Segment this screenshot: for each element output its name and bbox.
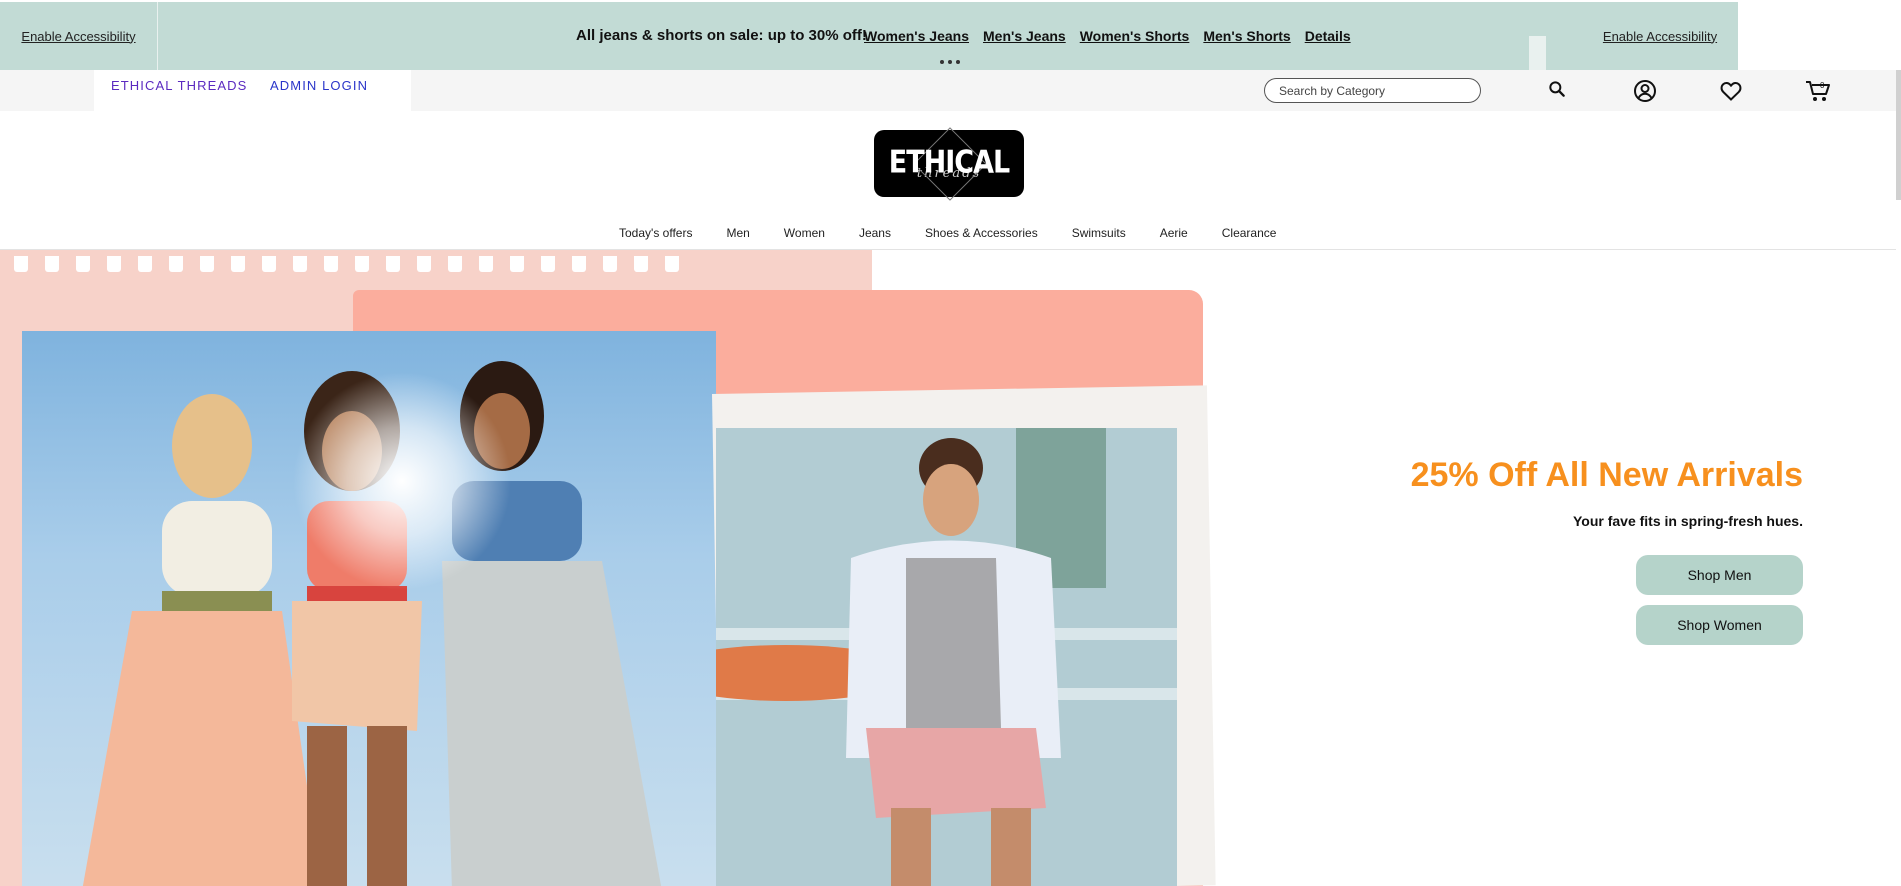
torn-paper-edge [14, 256, 679, 272]
nav-item-men[interactable]: Men [726, 226, 749, 240]
nav-item-jeans[interactable]: Jeans [859, 226, 891, 240]
promo-links: Women's Jeans Men's Jeans Women's Shorts… [864, 28, 1351, 44]
admin-login-link[interactable]: ADMIN LOGIN [270, 78, 368, 93]
hero-section: 25% Off All New Arrivals Your fave fits … [0, 250, 1901, 886]
hero-headline: 25% Off All New Arrivals [1410, 456, 1803, 494]
promo-divider [1529, 36, 1546, 70]
man-seated-illustration [716, 428, 1177, 886]
nav-item-women[interactable]: Women [784, 226, 825, 240]
womens-hero-photo[interactable] [22, 331, 716, 886]
logo-word-ethical: ETHICAL [888, 144, 1010, 180]
promo-link-womens-jeans[interactable]: Women's Jeans [864, 28, 969, 44]
nav-item-swimsuits[interactable]: Swimsuits [1072, 226, 1126, 240]
sun-glare [292, 371, 512, 591]
wishlist-heart-icon[interactable] [1719, 79, 1743, 103]
cart-icon[interactable]: 0 [1805, 79, 1830, 103]
promo-link-details[interactable]: Details [1305, 28, 1351, 44]
account-icon[interactable] [1633, 79, 1657, 103]
site-logo[interactable]: ETHICAL threads [874, 127, 1024, 201]
shop-women-button[interactable]: Shop Women [1636, 605, 1803, 645]
promo-message: All jeans & shorts on sale: up to 30% of… [576, 27, 867, 44]
ethical-threads-link[interactable]: ETHICAL THREADS [111, 78, 247, 93]
utility-links: ETHICAL THREADS ADMIN LOGIN [94, 70, 411, 111]
accessibility-right-container: Enable Accessibility [1580, 2, 1740, 70]
main-navigation: Today's offers Men Women Jeans Shoes & A… [0, 221, 1896, 250]
nav-item-todays-offers[interactable]: Today's offers [619, 226, 692, 240]
svg-text:0: 0 [1820, 81, 1825, 90]
promo-link-womens-shorts[interactable]: Women's Shorts [1080, 28, 1190, 44]
promo-link-mens-jeans[interactable]: Men's Jeans [983, 28, 1066, 44]
nav-item-clearance[interactable]: Clearance [1222, 226, 1277, 240]
accessibility-left-container: Enable Accessibility [0, 2, 158, 70]
search-icon[interactable] [1547, 79, 1571, 103]
carousel-dots-icon[interactable] [940, 60, 960, 64]
page-scrollbar[interactable] [1896, 70, 1901, 200]
nav-item-shoes-accessories[interactable]: Shoes & Accessories [925, 226, 1038, 240]
nav-item-aerie[interactable]: Aerie [1160, 226, 1188, 240]
hero-subheadline: Your fave fits in spring-fresh hues. [1572, 513, 1803, 529]
promo-link-mens-shorts[interactable]: Men's Shorts [1203, 28, 1290, 44]
enable-accessibility-link-left[interactable]: Enable Accessibility [21, 29, 135, 44]
enable-accessibility-link-right[interactable]: Enable Accessibility [1603, 29, 1717, 44]
search-input[interactable] [1264, 78, 1481, 103]
shop-men-button[interactable]: Shop Men [1636, 555, 1803, 595]
promo-banner: Enable Accessibility All jeans & shorts … [0, 2, 1738, 70]
utility-bar: ETHICAL THREADS ADMIN LOGIN 0 [0, 70, 1901, 111]
mens-hero-photo[interactable] [716, 428, 1177, 886]
